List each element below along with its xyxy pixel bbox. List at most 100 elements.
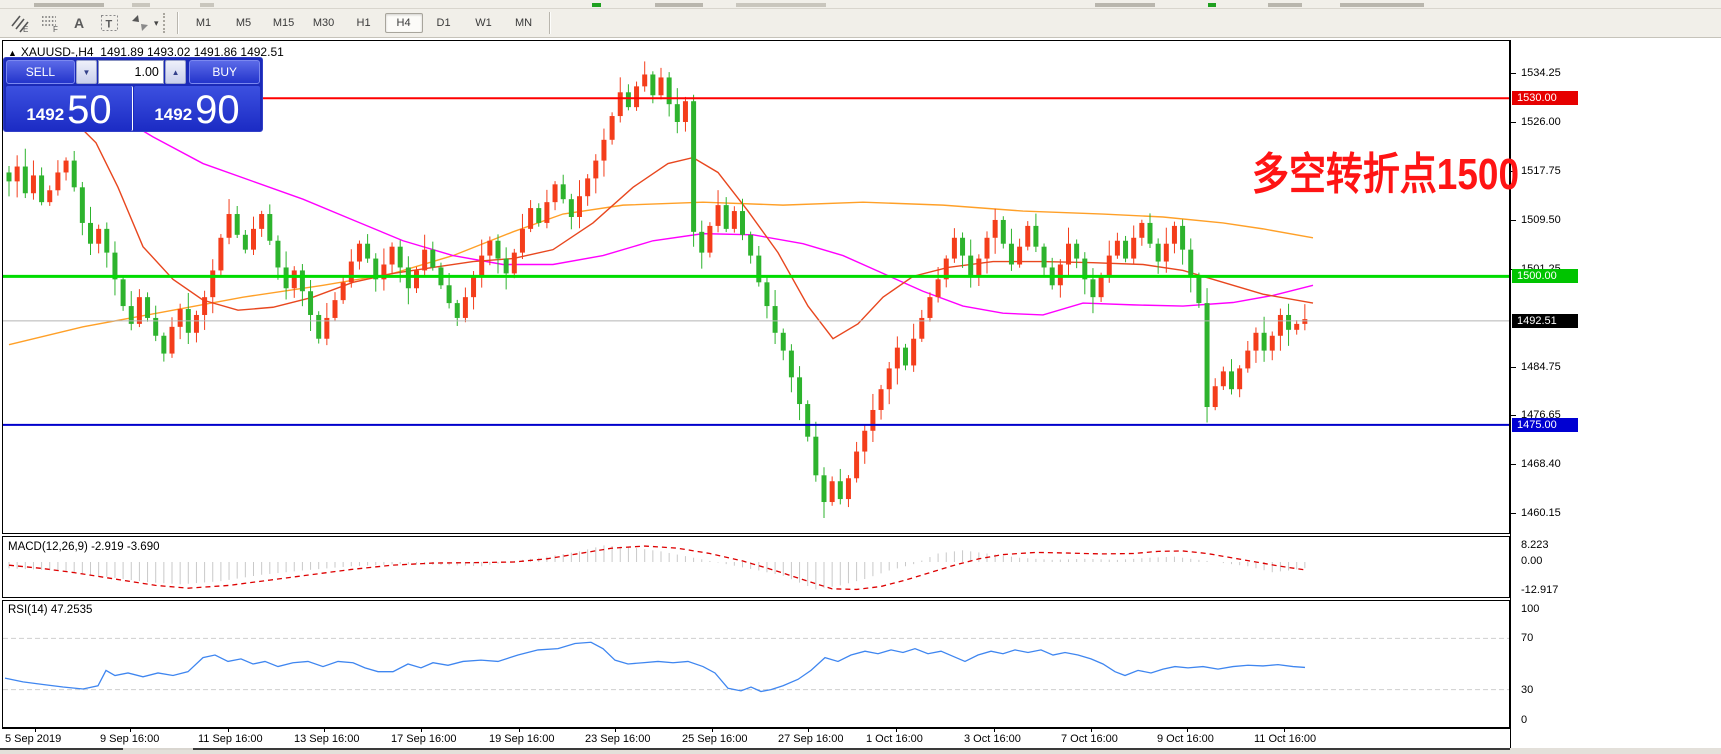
time-tick (896, 729, 897, 732)
candle (984, 237, 990, 259)
arrows-dropdown-caret[interactable]: ▾ (154, 18, 159, 29)
buy-price-quote[interactable]: 1492 90 (134, 86, 260, 131)
timeframe-button-w1[interactable]: W1 (465, 13, 503, 33)
equidistant-channel-tool-icon[interactable]: E (6, 11, 33, 35)
macd-canvas[interactable] (3, 537, 1509, 597)
candle (430, 249, 436, 268)
toolbar-grip[interactable] (162, 13, 168, 33)
time-label: 9 Sep 16:00 (100, 733, 160, 745)
time-label: 23 Sep 16:00 (585, 733, 651, 745)
candle (682, 101, 688, 122)
horizontal-scrollbar[interactable] (0, 748, 1721, 754)
rsi-canvas[interactable] (3, 601, 1509, 727)
candle (625, 92, 631, 108)
fibonacci-retracement-tool-icon[interactable]: F (36, 11, 63, 35)
candle (1033, 225, 1039, 247)
timeframe-button-m15[interactable]: M15 (265, 13, 303, 33)
candle (1131, 237, 1137, 259)
candle (299, 270, 305, 292)
timeframe-button-d1[interactable]: D1 (425, 13, 463, 33)
candle (462, 297, 468, 318)
candle (544, 202, 550, 223)
candle (1180, 225, 1186, 250)
candle (348, 261, 354, 283)
candle (601, 139, 607, 161)
candle (740, 211, 745, 235)
candle (454, 303, 460, 318)
chart-text-annotation[interactable]: 多空转折点1500 (1252, 138, 1519, 202)
candle (503, 258, 509, 274)
candle (1098, 276, 1104, 298)
time-axis[interactable]: 5 Sep 2019 9 Sep 16:00 11 Sep 16:00 13 Sep … (2, 728, 1510, 749)
time-tick (808, 729, 809, 732)
time-tick (324, 729, 325, 732)
candle (805, 404, 811, 437)
arrows-tool-icon[interactable] (126, 11, 153, 35)
candle (479, 255, 485, 277)
candle (772, 306, 778, 333)
macd-indicator-panel[interactable] (2, 536, 1510, 598)
candle (275, 240, 281, 268)
candle (1114, 240, 1120, 256)
rsi-line (4, 641, 1306, 693)
time-tick (615, 729, 616, 732)
timeframe-button-m30[interactable]: M30 (305, 13, 343, 33)
clipped-ui-fragment (34, 3, 104, 7)
buy-button[interactable]: BUY (189, 60, 260, 84)
candle (845, 478, 851, 500)
time-tick (712, 729, 713, 732)
candle (356, 243, 362, 262)
clipped-ui-fragment (200, 3, 214, 7)
clipped-ui-fragment (1095, 3, 1155, 7)
scrollbar-thumb[interactable] (123, 748, 193, 750)
indicator-axis-label: 0.00 (1521, 555, 1543, 567)
candle (617, 92, 623, 117)
candle (927, 297, 933, 318)
volume-decrease-button[interactable]: ▼ (75, 60, 98, 84)
candle (136, 297, 142, 324)
timeframe-button-h4[interactable]: H4 (384, 13, 423, 33)
sell-price-quote[interactable]: 1492 50 (6, 86, 133, 131)
candle (1212, 386, 1218, 408)
candle (414, 270, 419, 289)
price-axis[interactable]: 1534.251526.001517.751509.501501.251484.… (1511, 40, 1721, 747)
time-tick (1187, 729, 1188, 732)
candle (715, 205, 721, 226)
candle (821, 475, 827, 503)
candle (316, 314, 322, 339)
volume-increase-button[interactable]: ▲ (164, 60, 187, 84)
candle (666, 77, 672, 105)
price-tick (1511, 513, 1516, 514)
candle (1196, 276, 1202, 304)
timeframe-button-m1[interactable]: M1 (185, 13, 223, 33)
timeframe-button-m5[interactable]: M5 (225, 13, 263, 33)
candle (878, 389, 884, 410)
timeframe-button-h1[interactable]: H1 (345, 13, 383, 33)
candle (389, 246, 395, 265)
candle (251, 228, 256, 250)
candle (1041, 246, 1047, 268)
macd-label: MACD(12,26,9) -2.919 -3.690 (8, 541, 160, 553)
candle (6, 172, 12, 182)
price-tick-label: 1534.25 (1521, 67, 1561, 79)
timeframe-button-mn[interactable]: MN (505, 13, 543, 33)
text-label-tool-icon[interactable]: A (66, 11, 93, 35)
clipped-ui-fragment (1208, 3, 1216, 7)
candle (1066, 243, 1071, 265)
candle (14, 166, 20, 182)
volume-input[interactable]: 1.00 (98, 60, 164, 84)
candle (585, 178, 591, 197)
candle (1229, 371, 1234, 390)
candle (1188, 249, 1194, 277)
candle (748, 234, 754, 256)
text-tool-icon[interactable]: T (96, 11, 123, 35)
candle (837, 481, 843, 500)
sell-button[interactable]: SELL (6, 60, 75, 84)
candle (968, 255, 974, 277)
candle (226, 214, 232, 238)
candle (1000, 219, 1006, 244)
candle (1253, 332, 1259, 351)
candle (951, 237, 957, 259)
candle (911, 338, 917, 366)
rsi-indicator-panel[interactable] (2, 600, 1510, 728)
